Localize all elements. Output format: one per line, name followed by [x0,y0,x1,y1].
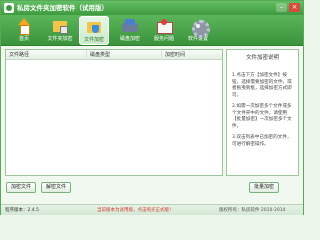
help-panel: 文件加密说明 1.点击下方【加密文件】按钮，选择需要加密的文件，或者拖曳到框，选… [226,49,299,176]
app-window: 私房文件夹加密软件（试用版） – × 首页 文件夹加密 文件加密 磁盘加密 服务… [0,0,304,215]
copyright-text: 版权所有：私房软件 2010-2014 [219,208,286,213]
decrypt-file-button[interactable]: 解密文件 [41,182,71,193]
encrypted-file-list[interactable]: 文件路径 磁盘类型 加密时间 [5,49,223,176]
main-toolbar: 首页 文件夹加密 文件加密 磁盘加密 服务问题 软件设置 [1,15,303,46]
batch-encrypt-button[interactable]: 批量加密 [249,182,279,193]
folder-shield-icon [86,19,102,35]
minimize-button[interactable]: – [276,3,287,12]
window-title: 私房文件夹加密软件（试用版） [17,4,108,12]
toolbar-disk-encrypt-label: 磁盘加密 [119,36,140,42]
trial-notice-link[interactable]: 当前版本为试用版，点击购买正式版！ [97,205,174,216]
toolbar-service[interactable]: 服务问题 [149,16,179,45]
toolbar-file-encrypt[interactable]: 文件加密 [79,16,109,45]
close-button[interactable]: × [289,3,300,12]
column-header-disk-type[interactable]: 磁盘类型 [86,50,161,60]
toolbar-home-label: 首页 [18,36,29,42]
help-paragraph: 3.双击列表中已加密的文件，可进行解密操作。 [232,135,292,147]
version-text: 程序版本：2.4.5 [5,208,39,213]
toolbar-file-encrypt-label: 文件加密 [83,37,104,43]
window-controls: – × [276,3,300,12]
toolbar-settings[interactable]: 软件设置 [183,16,213,45]
toolbar-folder-encrypt-label: 文件夹加密 [47,36,73,42]
help-paragraph: 2.如需一次加密多个文件或多个文件夹中的文件，请使用【批量加密】一次加密多个文件… [232,104,292,129]
file-list-header: 文件路径 磁盘类型 加密时间 [6,50,222,60]
help-title: 文件加密说明 [245,55,279,61]
toolbar-folder-encrypt[interactable]: 文件夹加密 [45,16,75,45]
disk-icon [122,18,138,34]
gear-icon [190,18,210,38]
encrypt-file-button[interactable]: 加密文件 [6,182,36,193]
title-bar: 私房文件夹加密软件（试用版） – × [1,1,303,15]
status-bar: 程序版本：2.4.5 当前版本为试用版，点击购买正式版！ 版权所有：私房软件 2… [1,204,303,215]
mail-icon [156,18,173,34]
toolbar-disk-encrypt[interactable]: 磁盘加密 [115,16,145,45]
app-logo-icon [4,3,14,13]
house-icon [16,18,32,35]
content-area: 文件路径 磁盘类型 加密时间 文件加密说明 1.点击下方【加密文件】按钮，选择需… [5,49,299,195]
help-text: 1.点击下方【加密文件】按钮，选择需要加密的文件，或者拖曳到框，选择加密方式即可… [232,73,295,153]
column-header-time[interactable]: 加密时间 [161,50,222,60]
help-paragraph: 1.点击下方【加密文件】按钮，选择需要加密的文件，或者拖曳到框，选择加密方式即可… [232,73,292,98]
folder-lock-icon [52,18,68,34]
toolbar-service-label: 服务问题 [153,36,174,42]
toolbar-home[interactable]: 首页 [9,16,39,45]
column-header-path[interactable]: 文件路径 [6,50,86,60]
